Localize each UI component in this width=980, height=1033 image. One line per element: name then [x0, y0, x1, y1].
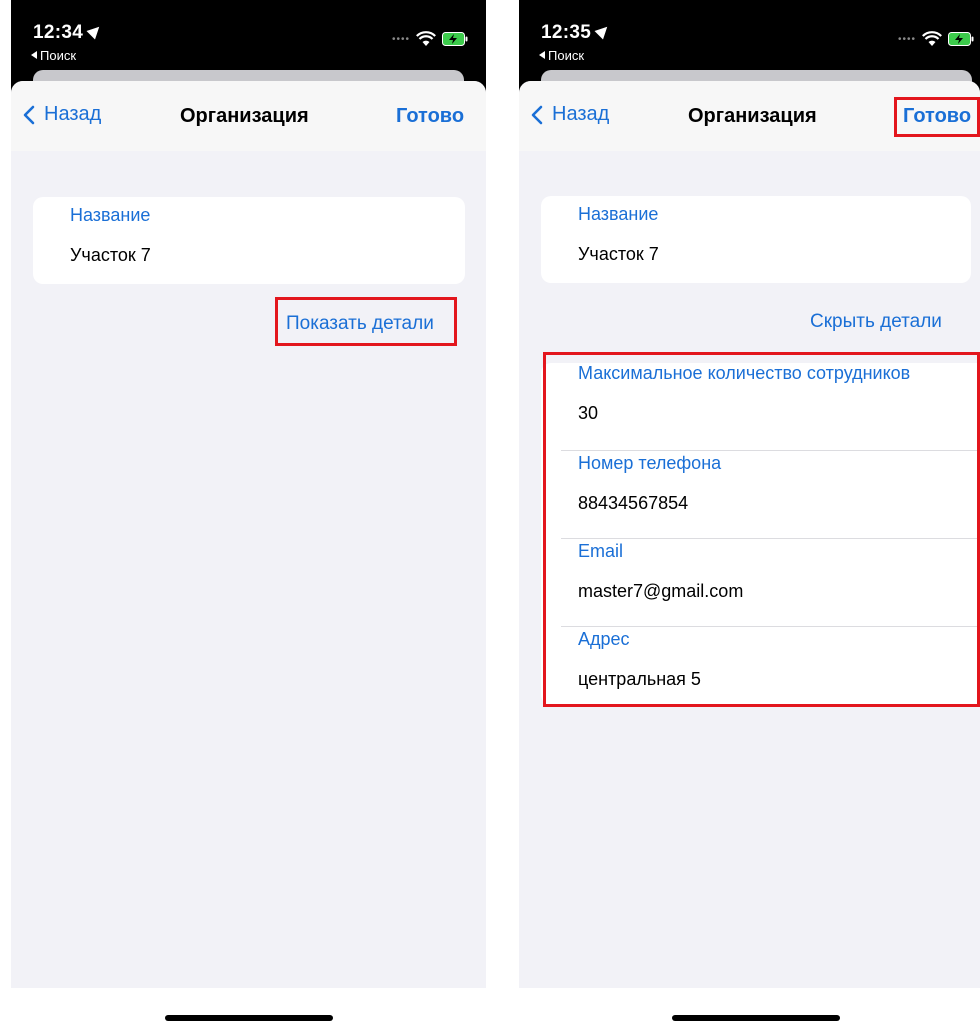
back-to-app-link[interactable]: Поиск: [539, 48, 584, 63]
highlight-show-details: [275, 297, 457, 346]
status-time: 12:34: [33, 22, 104, 44]
back-triangle-icon: [539, 51, 545, 59]
battery-charging-icon: [948, 32, 974, 46]
highlight-done-button: [894, 97, 980, 137]
home-bar-area: [519, 988, 980, 1033]
signal-dots-icon: ••••: [897, 33, 916, 45]
status-icons: ••••: [898, 31, 974, 47]
modal-sheet: Назад Организация Готово Название Участо…: [11, 81, 486, 1033]
back-triangle-icon: [31, 51, 37, 59]
back-button[interactable]: Назад: [531, 103, 609, 126]
name-field-card[interactable]: Название Участок 7: [541, 196, 971, 283]
back-button-label: Назад: [44, 103, 102, 125]
page-title: Организация: [688, 105, 817, 127]
name-field-value[interactable]: Участок 7: [70, 245, 151, 266]
location-arrow-icon: [594, 22, 612, 40]
hide-details-link[interactable]: Скрыть детали: [810, 311, 942, 333]
name-field-value[interactable]: Участок 7: [578, 244, 659, 265]
battery-charging-icon: [442, 32, 468, 46]
status-bar: 12:35 Поиск ••••: [519, 0, 980, 63]
home-bar-area: [11, 988, 486, 1033]
location-arrow-icon: [86, 22, 104, 40]
chevron-left-icon: [531, 105, 543, 124]
name-field-label: Название: [70, 205, 151, 225]
signal-dots-icon: ••••: [391, 33, 410, 45]
name-field-card[interactable]: Название Участок 7: [33, 197, 465, 284]
wifi-icon: [922, 31, 942, 46]
status-icons: ••••: [392, 31, 468, 47]
phone-screen-before: 12:34 Поиск •••• Назад Организация Готов…: [11, 0, 486, 1033]
name-field-label: Название: [578, 204, 659, 224]
back-button-label: Назад: [552, 103, 610, 125]
home-indicator[interactable]: [672, 1015, 840, 1021]
back-to-app-link[interactable]: Поиск: [31, 48, 76, 63]
back-button[interactable]: Назад: [23, 103, 101, 126]
done-button[interactable]: Готово: [396, 105, 464, 128]
home-indicator[interactable]: [165, 1015, 333, 1021]
status-time: 12:35: [541, 22, 612, 44]
navigation-bar: Назад Организация Готово: [11, 81, 486, 151]
chevron-left-icon: [23, 105, 35, 124]
page-title: Организация: [180, 105, 309, 127]
wifi-icon: [416, 31, 436, 46]
status-bar: 12:34 Поиск ••••: [11, 0, 486, 63]
highlight-details-fields: [543, 352, 980, 707]
